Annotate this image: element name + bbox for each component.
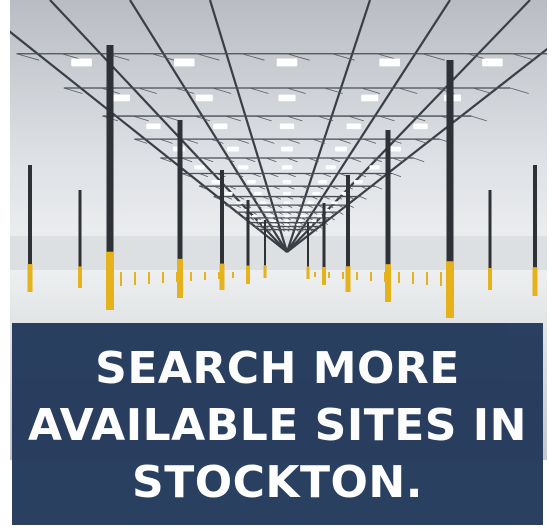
ceiling-light [225,191,233,196]
ceiling-light [311,219,317,223]
ceiling-light [226,146,240,152]
ceiling-light [71,58,92,67]
ceiling-light [318,180,327,184]
yellow-bollard [488,268,492,290]
cta-line-1: SEARCH MORE [95,342,460,394]
ceiling-light [257,219,263,223]
ceiling-light [300,214,306,218]
yellow-bollard [342,272,344,279]
yellow-bollard [190,272,192,281]
ceiling-light [283,191,291,196]
ceiling-light [283,201,291,205]
ceiling-light [331,201,338,205]
yellow-bollard [27,264,33,292]
yellow-bollard [314,272,316,277]
ceiling-light [298,219,304,223]
ceiling-light [303,208,310,212]
ceiling-light [280,146,294,152]
ceiling-light [264,208,271,212]
ceiling-light [273,223,278,226]
ceiling-light [270,219,276,223]
yellow-bollard [385,264,391,302]
yellow-bollard [162,272,164,283]
yellow-bollard [246,272,248,277]
yellow-bollard [232,272,234,278]
yellow-bollard [384,272,386,282]
promo-card[interactable]: SEARCH MORE AVAILABLE SITES IN STOCKTON. [0,0,549,531]
yellow-bollard [176,272,178,282]
cta-banner[interactable]: SEARCH MORE AVAILABLE SITES IN STOCKTON. [12,323,543,525]
yellow-bollard [532,267,538,296]
ceiling-light [276,58,298,67]
ceiling-light [284,223,290,226]
yellow-bollard [218,272,220,279]
ceiling-light [213,123,228,130]
yellow-bollard [356,272,358,280]
ceiling-light [388,146,402,152]
yellow-bollard [426,272,428,285]
ceiling-light [254,191,262,196]
yellow-bollard [78,266,82,288]
ceiling-light [312,191,320,196]
ceiling-light [236,201,243,205]
ceiling-light [307,201,315,205]
ceiling-light [346,123,361,130]
yellow-bollard [345,266,351,292]
yellow-bollard [148,272,150,284]
ceiling-light [251,214,258,218]
cta-line-3: STOCKTON. [132,456,423,508]
yellow-bollard [440,272,442,286]
yellow-bollard [398,272,400,283]
yellow-bollard [134,272,136,285]
ceiling-light [268,214,274,218]
ceiling-light [413,123,428,130]
ceiling-light [211,180,221,184]
ceiling-light [282,180,292,184]
ceiling-light [482,58,503,67]
ceiling-light [284,208,290,212]
yellow-bollard [370,272,372,281]
back-wall [10,236,547,270]
yellow-bollard [204,272,206,280]
ceiling-light [279,123,295,130]
ceiling-light [316,214,323,218]
ceiling-light [361,94,379,102]
ceiling-light [369,165,380,170]
ceiling-light [334,146,348,152]
ceiling-light [146,123,161,130]
yellow-bollard [412,272,414,284]
ceiling-light [247,180,256,184]
ceiling-light [278,94,296,102]
ceiling-light [325,165,336,170]
ceiling-light [353,180,363,184]
ceiling-light [284,214,290,218]
yellow-bollard [328,272,330,278]
ceiling-light [173,58,195,67]
ceiling-light [194,165,205,170]
ceiling-light [259,201,267,205]
cta-line-2: AVAILABLE SITES IN [28,399,527,451]
ceiling [10,0,547,275]
yellow-bollard [120,272,122,286]
cta-heading: SEARCH MORE AVAILABLE SITES IN STOCKTON. [28,340,527,511]
yellow-bollard [306,266,310,279]
yellow-bollard [322,266,326,285]
yellow-bollard [446,261,454,318]
ceiling-light [112,94,131,102]
ceiling-light [195,94,213,102]
ceiling-light [281,165,293,170]
ceiling-light [296,223,301,226]
ceiling-light [238,165,249,170]
yellow-bollard [263,265,267,278]
yellow-bollard [219,263,225,290]
ceiling-light [379,58,401,67]
ceiling-light [284,219,290,223]
yellow-bollard [106,251,114,310]
